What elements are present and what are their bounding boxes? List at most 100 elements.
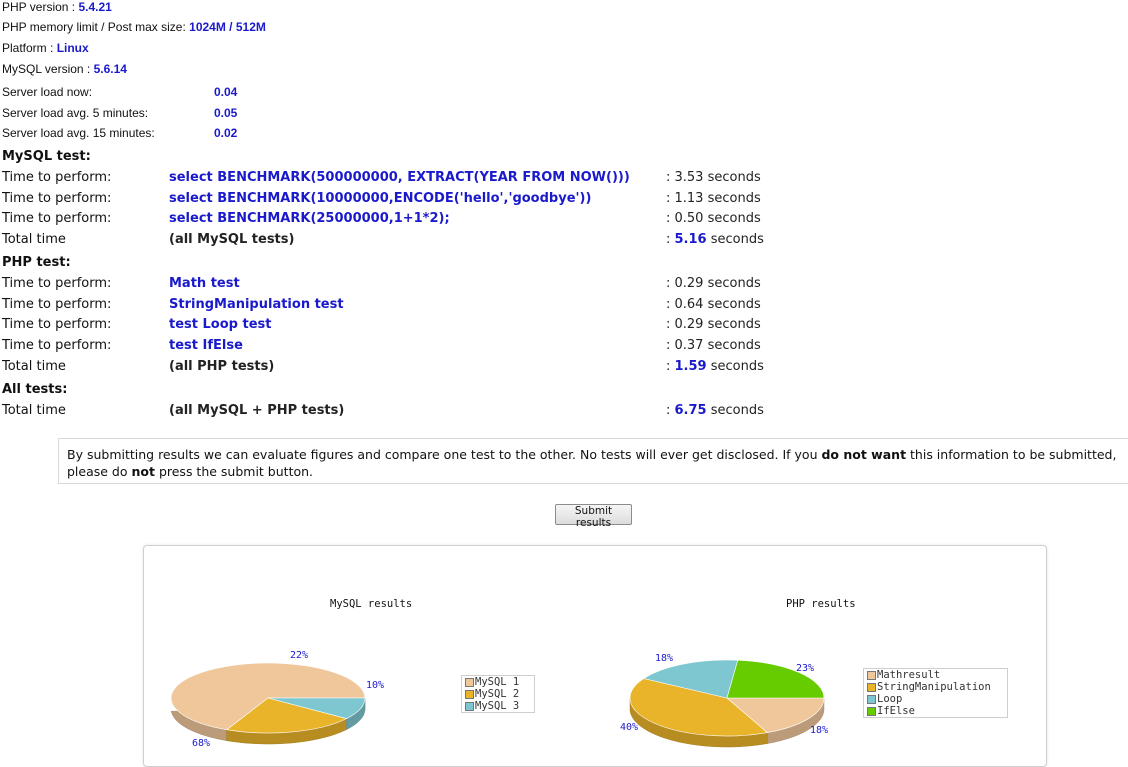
mysql-section-heading: MySQL test: (2, 149, 91, 164)
mysql-test-row: Time to perform: select BENCHMARK(100000… (0, 191, 1128, 211)
mysql-total-row: Total time (all MySQL tests) : 5.16 seco… (0, 232, 1128, 252)
php-test-row: Time to perform: test IfElse : 0.37 seco… (0, 338, 1128, 358)
memory-line: PHP memory limit / Post max size: 1024M … (2, 20, 266, 34)
total-prefix: : (666, 359, 675, 374)
php-test-row: Time to perform: StringManipulation test… (0, 297, 1128, 317)
total-value: 1.59 (674, 359, 707, 374)
platform-value: Linux (56, 41, 89, 55)
load-5min-value: 0.05 (214, 106, 238, 120)
pie-percent-label: 10% (366, 680, 384, 691)
platform-label: Platform : (2, 41, 57, 55)
legend-swatch (465, 690, 474, 699)
memory-value: 1024M / 512M (189, 20, 266, 34)
legend-item: MySQL 1 (462, 676, 534, 688)
mysql-pie-chart: 68% 22% 10% (170, 650, 384, 749)
test-result: : 0.37 seconds (666, 338, 761, 353)
mysql-chart-legend: MySQL 1 MySQL 2 MySQL 3 (461, 675, 535, 713)
load-now-label: Server load now: (2, 85, 93, 99)
php-total-row: Total time (all PHP tests) : 1.59 second… (0, 359, 1128, 379)
legend-label: MySQL 2 (475, 688, 520, 700)
test-result: : 0.50 seconds (666, 211, 761, 226)
legend-swatch (867, 695, 876, 704)
pie-percent-label: 22% (290, 650, 308, 661)
mysql-version-label: MySQL version : (2, 62, 94, 76)
test-name: StringManipulation test (169, 297, 344, 312)
total-result: : 5.16 seconds (666, 232, 764, 247)
total-unit: seconds (706, 232, 764, 247)
notice-emphasis: not (131, 464, 155, 479)
total-label: Total time (2, 232, 66, 247)
pie-percent-label: 40% (620, 722, 638, 733)
all-total-row: Total time (all MySQL + PHP tests) : 6.7… (0, 403, 1128, 423)
row-label: Time to perform: (2, 276, 112, 291)
legend-label: StringManipulation (877, 681, 991, 693)
submit-results-button[interactable]: Submit results (555, 504, 632, 529)
total-prefix: : (666, 232, 675, 247)
php-pie-chart: 18% 40% 18% 23% (620, 653, 828, 748)
pie-percent-label: 18% (655, 653, 673, 664)
legend-label: MySQL 1 (475, 676, 520, 688)
total-label: Total time (2, 403, 66, 418)
row-label: Time to perform: (2, 191, 112, 206)
pie-percent-label: 23% (796, 663, 814, 674)
row-label: Time to perform: (2, 338, 112, 353)
row-label: Time to perform: (2, 297, 112, 312)
load-15min-label: Server load avg. 15 minutes: (2, 126, 155, 140)
mysql-version-value: 5.6.14 (93, 62, 127, 76)
total-desc: (all MySQL tests) (169, 232, 295, 247)
test-result: : 1.13 seconds (666, 191, 761, 206)
test-name: test IfElse (169, 338, 243, 353)
legend-swatch (867, 683, 876, 692)
test-name: Math test (169, 276, 240, 291)
total-prefix: : (666, 403, 675, 418)
legend-item: Loop (864, 693, 1007, 705)
load-now-value: 0.04 (214, 85, 238, 99)
php-section-heading: PHP test: (2, 255, 71, 270)
test-result: : 3.53 seconds (666, 170, 761, 185)
legend-swatch (465, 702, 474, 711)
legend-label: Mathresult (877, 669, 941, 681)
total-desc: (all MySQL + PHP tests) (169, 403, 345, 418)
mysql-test-row: Time to perform: select BENCHMARK(500000… (0, 170, 1128, 190)
php-chart-legend: Mathresult StringManipulation Loop IfElse (863, 668, 1008, 718)
php-test-row: Time to perform: Math test : 0.29 second… (0, 276, 1128, 296)
test-name: select BENCHMARK(500000000, EXTRACT(YEAR… (169, 170, 630, 185)
legend-label: MySQL 3 (475, 700, 520, 712)
legend-swatch (867, 671, 876, 680)
total-label: Total time (2, 359, 66, 374)
test-result: : 0.29 seconds (666, 317, 761, 332)
total-result: : 1.59 seconds (666, 359, 764, 374)
test-result: : 0.29 seconds (666, 276, 761, 291)
load-15min-value: 0.02 (214, 126, 238, 140)
row-label: Time to perform: (2, 317, 112, 332)
mysql-version-line: MySQL version : 5.6.14 (2, 62, 127, 76)
notice-emphasis: do not want (821, 447, 907, 462)
total-unit: seconds (706, 403, 764, 418)
php-version-label: PHP version : (2, 0, 79, 14)
memory-label: PHP memory limit / Post max size: (2, 20, 190, 34)
test-name: select BENCHMARK(25000000,1+1*2); (169, 211, 450, 226)
php-version-value: 5.4.21 (78, 0, 112, 14)
submission-notice: By submitting results we can evaluate fi… (58, 438, 1128, 484)
pie-percent-label: 18% (810, 725, 828, 736)
legend-swatch (465, 678, 474, 687)
legend-item: MySQL 2 (462, 688, 534, 700)
platform-line: Platform : Linux (2, 41, 89, 55)
row-label: Time to perform: (2, 170, 112, 185)
php-test-row: Time to perform: test Loop test : 0.29 s… (0, 317, 1128, 337)
total-value: 5.16 (674, 232, 707, 247)
legend-label: IfElse (877, 705, 915, 717)
total-result: : 6.75 seconds (666, 403, 764, 418)
test-name: test Loop test (169, 317, 272, 332)
load-5min-label: Server load avg. 5 minutes: (2, 106, 149, 120)
mysql-test-row: Time to perform: select BENCHMARK(250000… (0, 211, 1128, 231)
legend-item: MySQL 3 (462, 700, 534, 712)
notice-text: press the submit button. (154, 464, 314, 479)
row-label: Time to perform: (2, 211, 112, 226)
all-section-heading: All tests: (2, 382, 68, 397)
legend-item: Mathresult (864, 669, 1007, 681)
total-unit: seconds (706, 359, 764, 374)
charts-panel: MySQL results 68% 22% 10% MySQL 1 MySQL 2 My… (143, 545, 1047, 767)
legend-item: IfElse (864, 705, 1007, 717)
pie-percent-label: 68% (192, 738, 210, 749)
